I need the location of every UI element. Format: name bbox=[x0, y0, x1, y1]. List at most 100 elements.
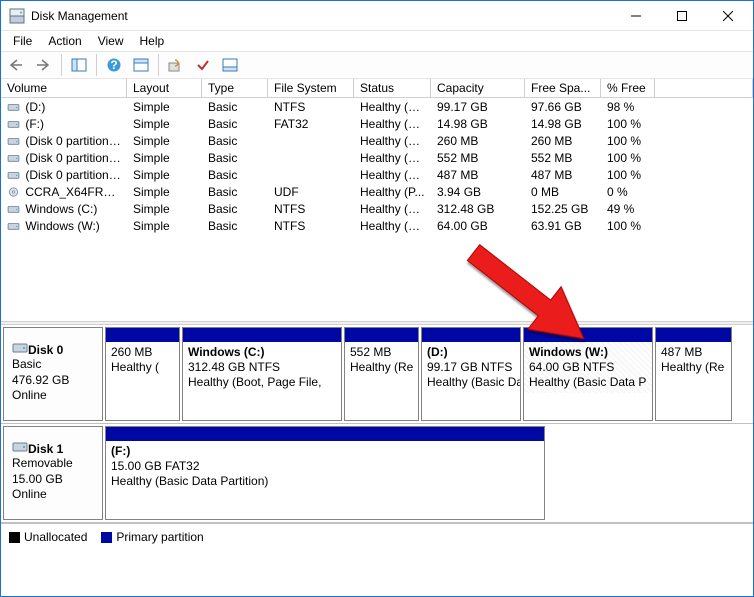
check-button[interactable] bbox=[191, 54, 215, 77]
volume-fs: FAT32 bbox=[268, 117, 354, 131]
volume-row[interactable]: (D:)SimpleBasicNTFSHealthy (B...99.17 GB… bbox=[1, 98, 753, 115]
col-capacity[interactable]: Capacity bbox=[431, 79, 525, 97]
partition-size: 312.48 GB NTFS bbox=[188, 360, 336, 375]
volume-fs: NTFS bbox=[268, 100, 354, 114]
partition-color-bar bbox=[345, 328, 418, 342]
volume-type: Basic bbox=[202, 168, 268, 182]
swatch-primary-icon bbox=[101, 532, 112, 543]
toolbar-separator bbox=[96, 54, 97, 76]
help-button[interactable]: ? bbox=[102, 54, 126, 77]
volume-row[interactable]: Windows (C:)SimpleBasicNTFSHealthy (B...… bbox=[1, 200, 753, 217]
col-volume[interactable]: Volume bbox=[1, 79, 127, 97]
volume-name: (F:) bbox=[1, 117, 127, 131]
volume-layout: Simple bbox=[127, 219, 202, 233]
menubar: File Action View Help bbox=[1, 31, 753, 51]
app-icon bbox=[9, 8, 25, 24]
partition-size: 260 MB bbox=[111, 345, 174, 360]
partition-color-bar bbox=[656, 328, 731, 342]
volume-pct-free: 49 % bbox=[601, 202, 655, 216]
disk-info[interactable]: Disk 1Removable15.00 GBOnline bbox=[3, 426, 103, 520]
partition[interactable]: (F:)15.00 GB FAT32Healthy (Basic Data Pa… bbox=[105, 426, 545, 520]
close-button[interactable] bbox=[705, 1, 751, 31]
volume-type: Basic bbox=[202, 219, 268, 233]
volume-pct-free: 100 % bbox=[601, 117, 655, 131]
window-title: Disk Management bbox=[31, 9, 613, 23]
volume-free: 260 MB bbox=[525, 134, 601, 148]
partition[interactable]: Windows (W:)64.00 GB NTFSHealthy (Basic … bbox=[523, 327, 653, 421]
volume-pct-free: 98 % bbox=[601, 100, 655, 114]
partition-status: Healthy (Boot, Page File, bbox=[188, 375, 336, 390]
volume-capacity: 3.94 GB bbox=[431, 185, 525, 199]
volume-type: Basic bbox=[202, 185, 268, 199]
back-button[interactable] bbox=[5, 54, 29, 77]
col-free-space[interactable]: Free Spa... bbox=[525, 79, 601, 97]
volume-type: Basic bbox=[202, 100, 268, 114]
menu-view[interactable]: View bbox=[90, 32, 132, 50]
partition-name: (F:) bbox=[111, 444, 539, 459]
actions-button[interactable] bbox=[164, 54, 188, 77]
partition[interactable]: 552 MBHealthy (Re bbox=[344, 327, 419, 421]
partition-status: Healthy (Re bbox=[350, 360, 413, 375]
col-percent-free[interactable]: % Free bbox=[601, 79, 655, 97]
col-layout[interactable]: Layout bbox=[127, 79, 202, 97]
col-type[interactable]: Type bbox=[202, 79, 268, 97]
partition[interactable]: 260 MBHealthy ( bbox=[105, 327, 180, 421]
bottom-view-button[interactable] bbox=[218, 54, 242, 77]
partition-size: 487 MB bbox=[661, 345, 726, 360]
partition-size: 552 MB bbox=[350, 345, 413, 360]
volume-status: Healthy (B... bbox=[354, 219, 431, 233]
volume-row[interactable]: Windows (W:)SimpleBasicNTFSHealthy (B...… bbox=[1, 217, 753, 234]
volume-row[interactable]: (Disk 0 partition 6)SimpleBasicHealthy (… bbox=[1, 166, 753, 183]
col-extra[interactable] bbox=[655, 79, 753, 97]
volume-row[interactable]: (F:)SimpleBasicFAT32Healthy (B...14.98 G… bbox=[1, 115, 753, 132]
volume-row[interactable]: CCRA_X64FRE_EN...SimpleBasicUDFHealthy (… bbox=[1, 183, 753, 200]
legend-primary: Primary partition bbox=[101, 530, 203, 544]
menu-help[interactable]: Help bbox=[132, 32, 173, 50]
partition-size: 99.17 GB NTFS bbox=[427, 360, 515, 375]
volume-free: 552 MB bbox=[525, 151, 601, 165]
disk-size: 15.00 GB bbox=[12, 472, 94, 488]
volume-list[interactable]: Volume Layout Type File System Status Ca… bbox=[1, 79, 753, 321]
minimize-button[interactable] bbox=[613, 1, 659, 31]
volume-name: Windows (C:) bbox=[1, 202, 127, 216]
volume-capacity: 64.00 GB bbox=[431, 219, 525, 233]
forward-button[interactable] bbox=[32, 54, 56, 77]
volume-row[interactable]: (Disk 0 partition 4)SimpleBasicHealthy (… bbox=[1, 149, 753, 166]
volume-status: Healthy (E... bbox=[354, 134, 431, 148]
volume-layout: Simple bbox=[127, 117, 202, 131]
menu-file[interactable]: File bbox=[5, 32, 40, 50]
volume-layout: Simple bbox=[127, 168, 202, 182]
volume-capacity: 260 MB bbox=[431, 134, 525, 148]
volume-layout: Simple bbox=[127, 134, 202, 148]
disk-info[interactable]: Disk 0Basic476.92 GBOnline bbox=[3, 327, 103, 421]
volume-list-header: Volume Layout Type File System Status Ca… bbox=[1, 79, 753, 98]
toolbar-separator bbox=[61, 54, 62, 76]
volume-name: (Disk 0 partition 4) bbox=[1, 151, 127, 165]
partition[interactable]: 487 MBHealthy (Re bbox=[655, 327, 732, 421]
menu-action[interactable]: Action bbox=[40, 32, 89, 50]
disk-type: Removable bbox=[12, 456, 94, 472]
volume-layout: Simple bbox=[127, 185, 202, 199]
disk-state: Online bbox=[12, 487, 94, 503]
svg-text:?: ? bbox=[110, 58, 117, 72]
partition-status: Healthy (Basic Data Partition) bbox=[111, 474, 539, 489]
top-view-button[interactable] bbox=[129, 54, 153, 77]
volume-fs: NTFS bbox=[268, 219, 354, 233]
volume-name: (D:) bbox=[1, 100, 127, 114]
partition[interactable]: Windows (C:)312.48 GB NTFSHealthy (Boot,… bbox=[182, 327, 342, 421]
partition-status: Healthy (Basic Data Pa bbox=[427, 375, 515, 390]
partition-name: Windows (C:) bbox=[188, 345, 336, 360]
disk-row: Disk 0Basic476.92 GBOnline260 MBHealthy … bbox=[1, 325, 753, 424]
col-filesystem[interactable]: File System bbox=[268, 79, 354, 97]
partition-name: Windows (W:) bbox=[529, 345, 647, 360]
col-status[interactable]: Status bbox=[354, 79, 431, 97]
volume-row[interactable]: (Disk 0 partition 1)SimpleBasicHealthy (… bbox=[1, 132, 753, 149]
partition-status: Healthy (Basic Data P bbox=[529, 375, 647, 390]
disk-type: Basic bbox=[12, 357, 94, 373]
volume-capacity: 14.98 GB bbox=[431, 117, 525, 131]
show-hide-console-tree-button[interactable] bbox=[67, 54, 91, 77]
maximize-button[interactable] bbox=[659, 1, 705, 31]
partition[interactable]: (D:)99.17 GB NTFSHealthy (Basic Data Pa bbox=[421, 327, 521, 421]
volume-layout: Simple bbox=[127, 100, 202, 114]
partition-size: 64.00 GB NTFS bbox=[529, 360, 647, 375]
